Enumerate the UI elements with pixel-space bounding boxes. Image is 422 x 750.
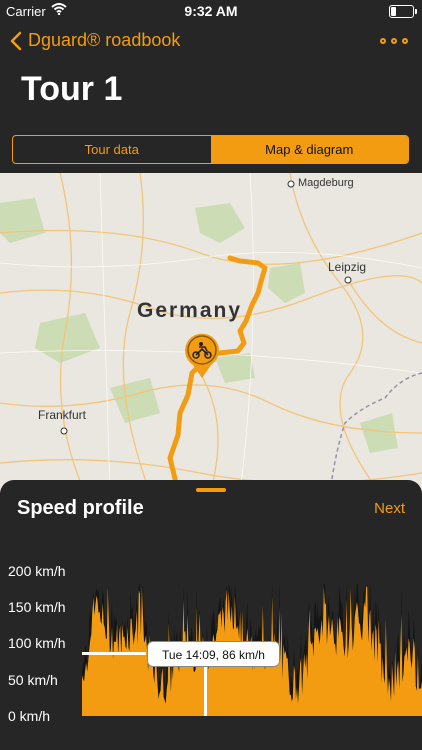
y-axis-label: 150 km/h	[8, 599, 66, 615]
status-bar: Carrier 9:32 AM	[0, 0, 422, 22]
city-label-leipzig: Leipzig	[328, 260, 367, 274]
next-button[interactable]: Next	[374, 500, 405, 517]
clock: 9:32 AM	[184, 3, 238, 19]
y-axis-label: 50 km/h	[8, 672, 58, 688]
page-title: Tour 1	[21, 70, 123, 108]
drag-handle[interactable]	[196, 488, 226, 492]
city-label-frankfurt: Frankfurt	[38, 408, 87, 422]
city-label-magdeburg: Magdeburg	[298, 177, 354, 189]
y-axis-label: 200 km/h	[8, 563, 66, 579]
location-marker[interactable]	[185, 333, 219, 378]
crosshair-horizontal	[82, 652, 146, 655]
tab-map-diagram[interactable]: Map & diagram	[210, 136, 408, 163]
back-label: Dguard® roadbook	[28, 30, 181, 50]
segmented-control: Tour data Map & diagram	[12, 135, 409, 164]
battery-icon	[389, 5, 417, 18]
map-view[interactable]: Germany Magdeburg Leipzig Frankfurt	[0, 173, 422, 493]
tab-tour-data[interactable]: Tour data	[13, 136, 211, 163]
speed-chart[interactable]	[82, 548, 422, 716]
y-axis-label: 100 km/h	[8, 635, 66, 651]
chevron-left-icon	[10, 31, 22, 50]
back-button[interactable]: Dguard® roadbook	[10, 30, 180, 51]
crosshair-vertical	[204, 667, 207, 716]
y-axis-label: 0 km/h	[8, 708, 51, 724]
more-icon[interactable]	[380, 38, 408, 44]
speed-profile-title: Speed profile	[17, 497, 144, 519]
country-label: Germany	[137, 299, 243, 322]
chart-tooltip: Tue 14:09, 86 km/h	[147, 641, 280, 667]
